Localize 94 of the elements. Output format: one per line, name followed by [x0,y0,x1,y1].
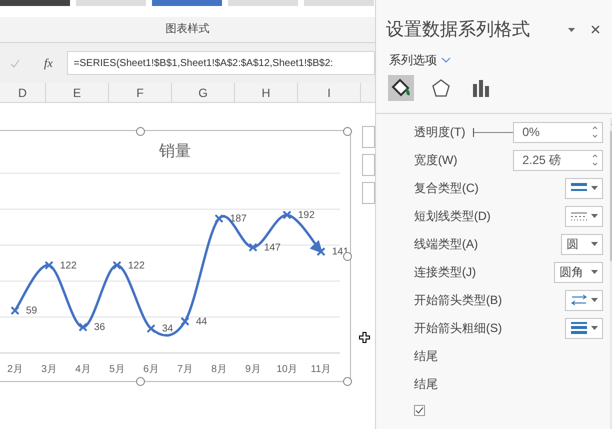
category-label: 4月 [75,364,91,375]
paint-bucket-icon [390,77,412,99]
option-label: 连接类型(J) [414,264,476,281]
category-label: 9月 [245,364,261,375]
option-label: 短划线类型(D) [414,208,491,225]
dash-lines-icon [570,212,587,220]
resize-handle[interactable] [343,377,352,386]
data-marker [316,247,326,256]
option-label: 宽度(W) [414,152,458,169]
data-label: 34 [162,324,174,335]
option-label: 线端类型(A) [414,236,478,253]
option-label: 开始箭头粗细(S) [414,320,502,337]
data-label: 147 [264,242,281,254]
data-label: 36 [94,322,106,334]
data-marker [282,210,292,220]
line-weights-icon [570,322,587,334]
checkmark-icon[interactable] [10,58,20,68]
category-label: 5月 [109,364,125,375]
move-cursor-icon [359,332,370,343]
resize-handle[interactable] [136,127,145,136]
caret-icon [590,326,598,330]
category-label: 10月 [276,364,298,375]
chart-style-thumbnail[interactable] [304,0,374,6]
caret-icon [590,186,598,190]
formula-field[interactable]: =SERIES(Sheet1!$B$1,Sheet1!$A$2:$A$12,Sheet1!$B$2: [66,51,375,75]
data-marker [146,324,156,334]
spinner-arrows-icon[interactable] [592,125,598,139]
data-marker [10,306,20,316]
spin-field[interactable]: 2.25 磅 [513,150,604,170]
category-label: 7月 [177,364,193,375]
chart-style-thumbnail[interactable] [228,0,298,6]
resize-handle[interactable] [343,127,352,136]
option-label: 透明度(T) [414,124,466,141]
caret-icon [591,270,598,274]
option-label: 结尾 [414,348,438,365]
caret-icon [568,28,575,32]
option-label: 复合类型(C) [414,180,479,197]
category-label: 3月 [41,364,57,375]
caret-icon [590,214,598,218]
panel-tab[interactable] [388,75,414,101]
panel-title: 设置数据系列格式 [386,18,530,41]
category-label: 8月 [211,364,227,375]
chart-style-thumbnail[interactable] [152,0,222,6]
chart-elements-button[interactable] [362,126,375,148]
caret-icon [591,242,598,246]
data-marker [78,322,88,332]
pentagon-icon [431,78,451,98]
ribbon-group-label: 图表样式 [166,22,210,38]
chart-filters-button[interactable] [362,182,375,204]
column-header[interactable]: I [298,83,361,102]
chart-styles-button[interactable] [362,154,375,176]
spinner-arrows-icon[interactable] [592,153,598,167]
chart-title: 销量 [159,142,191,162]
caret-icon [590,298,598,302]
data-label: 187 [230,214,247,225]
spin-field[interactable]: 0% [513,122,604,142]
data-marker [112,260,122,270]
data-label: 192 [298,210,315,221]
line-style-dropdown[interactable] [565,290,604,310]
resize-handle[interactable] [136,377,145,386]
series-options-menu[interactable]: 系列选项 [389,51,437,69]
column-header[interactable]: D [0,83,46,102]
function-button[interactable]: fx [44,54,53,72]
category-label: 2月 [7,364,23,375]
chart-style-thumbnail[interactable] [0,0,70,6]
category-label: 11月 [310,364,332,375]
dropdown[interactable]: 圆角 [554,262,604,282]
data-marker [248,242,258,252]
chart-style-thumbnail[interactable] [76,0,146,6]
column-header[interactable]: H [235,83,298,102]
category-label: 6月 [143,364,159,375]
checkbox[interactable] [414,404,425,416]
compound-lines-icon [570,183,587,193]
line-style-dropdown[interactable] [565,178,604,198]
line-style-dropdown[interactable] [565,206,604,226]
chevron-down-icon[interactable] [441,57,451,63]
data-label: 59 [26,306,38,317]
transparency-slider[interactable] [473,128,514,136]
data-marker [214,214,224,224]
column-header[interactable]: F [109,83,172,102]
option-label: 结尾 [414,376,438,393]
line-style-dropdown[interactable] [565,318,604,338]
data-marker [180,316,190,326]
arrows-icon [570,294,587,306]
data-marker [44,260,54,270]
data-label: 44 [196,316,208,328]
column-header[interactable]: G [172,83,235,102]
bar-chart-icon [471,78,491,98]
column-header[interactable]: E [46,83,109,102]
dropdown[interactable]: 圆 [561,234,604,254]
option-label: 开始箭头类型(B) [414,292,502,309]
close-icon[interactable] [591,25,600,34]
data-label: 122 [60,260,77,272]
data-label: 122 [128,260,145,272]
